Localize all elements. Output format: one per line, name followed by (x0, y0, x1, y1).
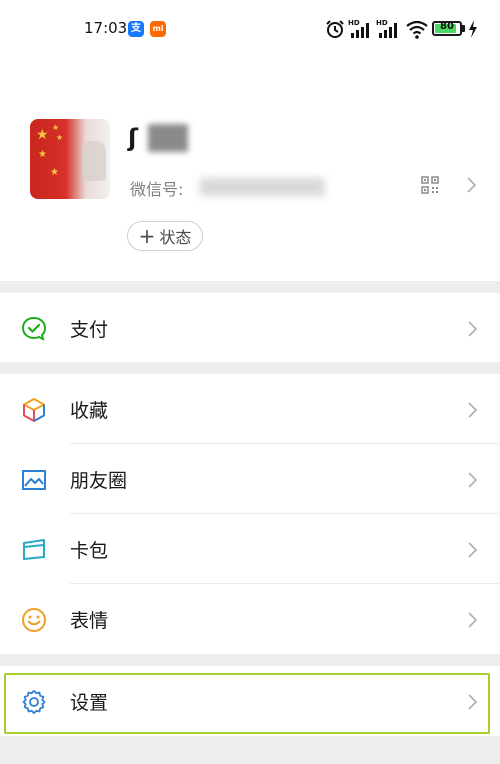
wifi-icon (406, 20, 428, 39)
alipay-notification-icon: 支 (128, 21, 144, 37)
menu-label-settings: 设置 (70, 692, 109, 714)
profile-header[interactable]: ★ ★ ★ ★ ★ ʃ 微信号: + 状态 (0, 60, 500, 281)
xiaomi-notification-icon: mi (150, 21, 166, 37)
chevron-right-icon (468, 542, 478, 558)
menu-item-stickers[interactable]: 表情 (0, 584, 500, 654)
battery-cap (462, 25, 465, 32)
wechat-id-label: 微信号: (130, 180, 184, 199)
chevron-right-icon (467, 177, 477, 193)
chevron-right-icon (468, 472, 478, 488)
menu-item-moments[interactable]: 朋友圈 (0, 444, 500, 514)
hd-label: HD (376, 19, 388, 27)
status-button-label: 状态 (159, 228, 192, 247)
alarm-icon (326, 20, 344, 38)
card-icon (23, 539, 45, 560)
avatar[interactable]: ★ ★ ★ ★ ★ (30, 119, 110, 199)
menu-item-settings[interactable]: 设置 (0, 666, 500, 736)
menu-item-favorites[interactable]: 收藏 (0, 374, 500, 444)
menu-item-cards[interactable]: 卡包 (0, 514, 500, 584)
battery-level: 80 (440, 21, 454, 32)
cube-icon (23, 398, 45, 422)
charging-icon (469, 20, 477, 38)
features-section: 收藏 朋友圈 卡包 表情 (0, 374, 500, 654)
menu-label-pay: 支付 (70, 319, 109, 341)
pay-icon (21, 316, 47, 341)
image-icon (22, 470, 46, 490)
menu-label-moments: 朋友圈 (70, 470, 128, 492)
smile-icon (22, 608, 46, 632)
menu-label-cards: 卡包 (70, 540, 109, 562)
gear-icon (22, 689, 46, 715)
qr-code-icon[interactable] (421, 176, 439, 194)
add-status-button[interactable]: + 状态 (127, 221, 203, 251)
signal-hd-icon: HD (376, 19, 397, 38)
chevron-right-icon (468, 402, 478, 418)
chevron-right-icon (468, 321, 478, 337)
chevron-right-icon (468, 694, 478, 710)
menu-label-stickers: 表情 (70, 610, 109, 632)
signal-hd-icon: HD (348, 19, 369, 38)
plus-icon: + (138, 224, 156, 248)
hd-label: HD (348, 19, 360, 27)
menu-label-favorites: 收藏 (70, 400, 109, 422)
nickname: ʃ (128, 124, 138, 152)
nickname-redaction (148, 124, 188, 152)
battery-icon: 80 (432, 21, 462, 36)
settings-section: 设置 (0, 666, 500, 736)
menu-item-pay[interactable]: 支付 (0, 293, 500, 362)
wechat-id-redaction (200, 178, 325, 196)
status-time: 17:03 (84, 19, 128, 37)
chevron-right-icon (468, 612, 478, 628)
status-bar: 17:03 支 mi HD HD 80 (0, 0, 500, 60)
pay-section: 支付 (0, 293, 500, 362)
